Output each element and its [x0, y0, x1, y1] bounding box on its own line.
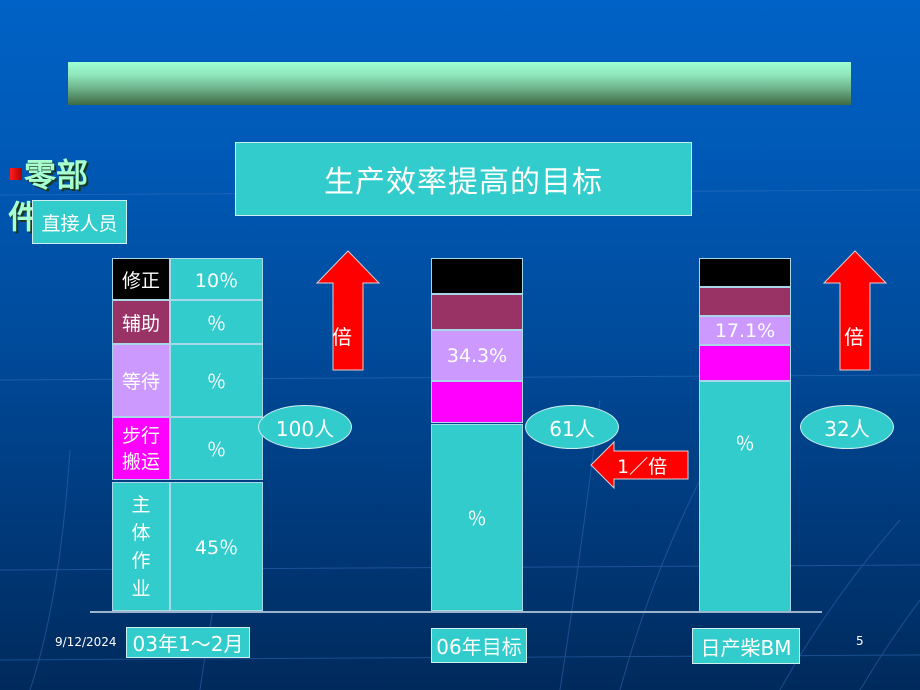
header-decoration-bar: [68, 62, 851, 105]
bar-segment-assist: [431, 294, 523, 330]
up-arrow-label: 倍: [332, 325, 352, 349]
row-label-main-work: 主 体 作 业: [112, 482, 170, 611]
row-label-assist: 辅助: [112, 300, 170, 344]
row-label-walk-carry: 步行 搬运: [112, 417, 170, 480]
headcount-badge-03: 100人: [258, 405, 352, 449]
up-arrow-icon: [822, 250, 888, 371]
bullet-heading: 零部: [24, 156, 89, 194]
up-arrow-label: 倍: [844, 325, 864, 349]
slide-title: 生产效率提高的目标: [235, 142, 692, 216]
bar-segment-correction: [699, 258, 791, 287]
row-label-correction: 修正: [112, 258, 170, 300]
bar-segment-walk-carry: [699, 345, 791, 381]
bar-segment-main-work: ％: [431, 424, 523, 611]
bar-segment-correction: [431, 258, 523, 294]
page-number: 5: [856, 634, 864, 648]
row-label-wait: 等待: [112, 344, 170, 417]
bullet-icon: [10, 168, 22, 180]
bar-segment-main-work: ％: [699, 381, 791, 613]
category-label-06: 06年目标: [431, 628, 527, 663]
up-arrow-icon: [315, 250, 381, 371]
section-label: 直接人员: [32, 200, 127, 244]
row-value-correction: 10％: [170, 258, 263, 300]
bar-segment-wait: 17.1%: [699, 316, 791, 345]
row-value-wait: ％: [170, 344, 263, 417]
left-arrow-label: 1／倍: [617, 456, 668, 478]
row-value-assist: ％: [170, 300, 263, 344]
row-value-walk-carry: ％: [170, 417, 263, 480]
bar-segment-wait: 34.3%: [431, 330, 523, 381]
chart-baseline: [90, 611, 822, 613]
bar-segment-assist: [699, 287, 791, 316]
footer-date: 9/12/2024: [55, 635, 117, 649]
category-label-03: 03年1～2月: [126, 627, 250, 658]
category-label-bm: 日产柴BM: [692, 628, 800, 664]
row-value-main-work: 45％: [170, 482, 263, 611]
headcount-badge-bm: 32人: [800, 405, 894, 449]
bar-segment-walk-carry: [431, 381, 523, 423]
